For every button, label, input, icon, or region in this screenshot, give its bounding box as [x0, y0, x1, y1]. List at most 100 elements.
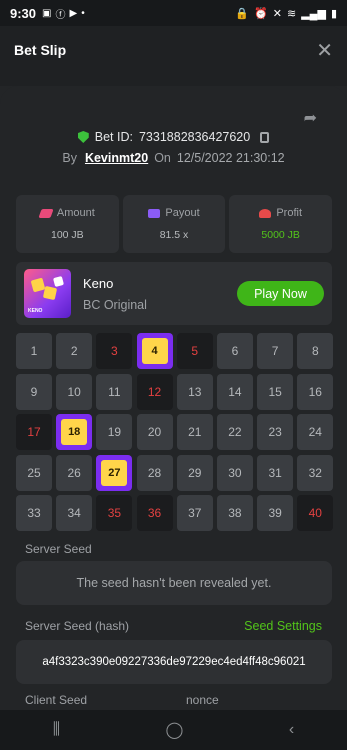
- home-icon[interactable]: ◯: [166, 720, 184, 740]
- stat-payout: Payout 81.5 x: [122, 195, 226, 253]
- status-time: 9:30: [10, 5, 37, 21]
- game-provider: BC Original: [83, 297, 147, 312]
- keno-cell: 14: [216, 373, 253, 410]
- gallery-icon: ▣: [42, 7, 52, 19]
- keno-cell: 29: [176, 454, 213, 491]
- keno-cell: 9: [16, 373, 52, 410]
- alarm-icon: ⏰: [254, 7, 268, 20]
- verified-shield-icon: [77, 131, 89, 143]
- more-notifications-icon: •: [81, 7, 85, 19]
- keno-cell: 24: [297, 414, 334, 450]
- client-seed-label: Client Seed: [25, 693, 88, 707]
- keno-cell: 37: [176, 495, 213, 531]
- keno-number: 18: [61, 419, 88, 445]
- keno-cell-miss: 17: [16, 414, 52, 450]
- keno-cell: 11: [96, 373, 133, 410]
- username-link[interactable]: Kevinmt20: [85, 151, 148, 165]
- youtube-icon: ▶: [69, 7, 78, 19]
- keno-cell: 30: [216, 454, 253, 491]
- copy-icon[interactable]: [260, 131, 270, 143]
- dice-icon: [52, 275, 65, 288]
- profit-icon: [259, 208, 272, 218]
- keno-cell: 32: [297, 454, 334, 491]
- android-nav-bar: ⫼ ◯ ‹: [0, 710, 347, 750]
- dice-icon: [30, 277, 46, 293]
- bet-stats: Amount 100 JB Payout 81.5 x Profit 5000 …: [16, 195, 333, 253]
- keno-cell: 19: [96, 414, 133, 450]
- keno-cell: 15: [257, 373, 294, 410]
- dice-icon: [42, 285, 58, 301]
- keno-cell: 20: [136, 414, 173, 450]
- recent-apps-icon[interactable]: ⫼: [53, 721, 60, 739]
- keno-cell-hit: 27: [96, 454, 133, 491]
- page-title: Bet Slip: [14, 42, 67, 58]
- keno-cell: 16: [297, 373, 334, 410]
- by-label: By: [62, 151, 77, 165]
- seed-settings-link[interactable]: Seed Settings: [244, 619, 322, 633]
- back-icon[interactable]: ‹: [289, 721, 294, 739]
- keno-cell-miss: 3: [96, 333, 133, 369]
- keno-cell-hit: 4: [136, 333, 173, 369]
- stat-amount: Amount 100 JB: [16, 195, 119, 253]
- stat-value: 100 JB: [50, 229, 84, 241]
- game-meta: Keno BC Original: [83, 276, 147, 312]
- facebook-icon: ⓕ: [55, 9, 66, 21]
- keno-cell: 33: [16, 495, 52, 531]
- stat-value: 5000 JB: [261, 229, 300, 241]
- keno-cell-hit: 18: [56, 414, 93, 450]
- close-icon[interactable]: ✕: [316, 38, 333, 63]
- amount-icon: [38, 208, 54, 218]
- signal-icon: ▂▄▆: [301, 7, 326, 20]
- stat-label: Amount: [56, 207, 95, 219]
- keno-cell: 25: [16, 454, 52, 491]
- bet-id-value: 7331882836427620: [138, 130, 251, 144]
- keno-cell: 10: [56, 373, 93, 410]
- server-seed-hash-label: Server Seed (hash): [25, 619, 130, 633]
- stat-label: Payout: [165, 207, 200, 219]
- share-icon[interactable]: ➦: [304, 108, 317, 128]
- keno-cell-miss: 36: [136, 495, 173, 531]
- keno-cell: 38: [216, 495, 253, 531]
- bet-id-row: Bet ID: 7331882836427620: [0, 130, 347, 144]
- keno-cell: 8: [297, 333, 334, 369]
- keno-cell: 34: [56, 495, 93, 531]
- bet-id-label: Bet ID:: [94, 130, 133, 144]
- bet-date: 12/5/2022 21:30:12: [176, 151, 285, 165]
- status-bar: 9:30 ▣ ⓕ ▶ • 🔒 ⏰ ✕ ≋ ▂▄▆ ▮: [0, 0, 347, 26]
- keno-cell: 21: [176, 414, 213, 450]
- keno-cell: 23: [257, 414, 294, 450]
- keno-cell: 31: [257, 454, 294, 491]
- keno-cell: 2: [56, 333, 93, 369]
- bet-byline: By Kevinmt20 On 12/5/2022 21:30:12: [0, 151, 347, 165]
- server-seed-field: The seed hasn't been revealed yet.: [16, 561, 332, 605]
- keno-cell-miss: 35: [96, 495, 133, 531]
- keno-cell: 22: [216, 414, 253, 450]
- keno-cell: 26: [56, 454, 93, 491]
- game-card: KENO Keno BC Original Play Now: [16, 262, 332, 325]
- stat-value: 81.5 x: [159, 229, 189, 241]
- mute-icon: ✕: [272, 7, 282, 20]
- battery-icon: ▮: [330, 7, 337, 20]
- game-name: Keno: [83, 275, 114, 291]
- header-band: [0, 74, 347, 86]
- keno-cell: 13: [176, 373, 213, 410]
- notification-icons: ▣ ⓕ ▶ •: [42, 6, 85, 21]
- play-now-button[interactable]: Play Now: [237, 281, 324, 306]
- keno-cell-miss: 40: [297, 495, 334, 531]
- server-seed-hash-field: a4f3323c390e09227336de97229ec4ed4ff48c96…: [16, 640, 332, 684]
- keno-cell: 7: [257, 333, 294, 369]
- thumbnail-label: KENO: [28, 308, 43, 314]
- on-label: On: [154, 151, 171, 165]
- keno-number: 27: [101, 459, 128, 486]
- system-icons: 🔒 ⏰ ✕ ≋ ▂▄▆ ▮: [235, 7, 337, 20]
- stat-label: Profit: [276, 207, 303, 219]
- keno-thumbnail[interactable]: KENO: [24, 269, 71, 318]
- keno-cell: 6: [216, 333, 253, 369]
- lock-icon: 🔒: [235, 7, 250, 20]
- keno-number: 4: [141, 338, 168, 364]
- keno-cell-miss: 12: [136, 373, 173, 410]
- keno-cell: 39: [257, 495, 294, 531]
- keno-cell-miss: 5: [176, 333, 213, 369]
- wifi-icon: ≋: [287, 7, 297, 20]
- keno-board: 1 2 3 4 5 6 7 8 9 10 11 12 13 14 15 16 17 18 19 20 21 22 23 24 2…: [16, 333, 334, 531]
